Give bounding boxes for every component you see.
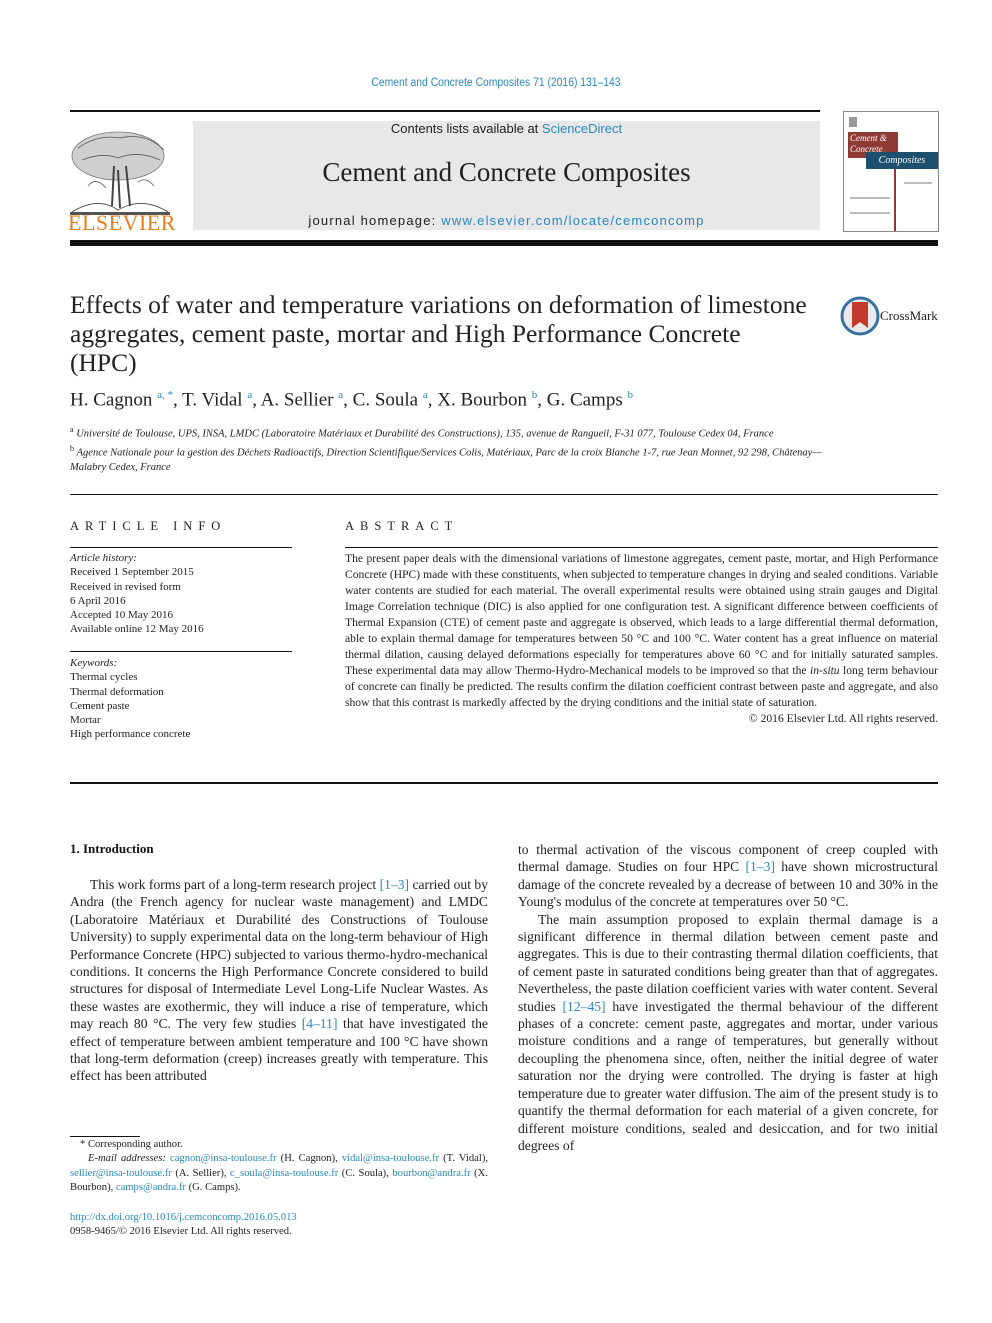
author[interactable]: G. Camps bbox=[547, 389, 623, 410]
contents-prefix: Contents lists available at bbox=[390, 121, 542, 136]
paragraph: The main assumption proposed to explain … bbox=[518, 911, 938, 1155]
text: This work forms part of a long-term rese… bbox=[90, 877, 380, 892]
author-affil-sup[interactable]: a bbox=[338, 389, 343, 401]
author-affil-sup[interactable]: b bbox=[532, 389, 538, 401]
author-affil-sup[interactable]: b bbox=[627, 389, 633, 401]
elsevier-wordmark: ELSEVIER bbox=[68, 210, 176, 235]
header-rule bbox=[70, 110, 820, 112]
history-label: Article history: bbox=[70, 552, 137, 564]
sciencedirect-link[interactable]: ScienceDirect bbox=[542, 121, 622, 136]
reference-link[interactable]: [4–11] bbox=[302, 1016, 338, 1031]
divider bbox=[70, 547, 292, 548]
history-item: Accepted 10 May 2016 bbox=[70, 609, 173, 622]
abstract-text: The present paper deals with the dimensi… bbox=[345, 551, 938, 727]
email-label: E-mail addresses: bbox=[88, 1153, 166, 1165]
paragraph: to thermal activation of the viscous com… bbox=[518, 841, 938, 911]
affiliation-text: Agence Nationale pour la gestion des Déc… bbox=[70, 447, 822, 474]
email-owner: (T. Vidal), bbox=[439, 1153, 488, 1165]
history-item: 6 April 2016 bbox=[70, 594, 126, 607]
article-title: Effects of water and temperature variati… bbox=[70, 290, 807, 377]
abstract-body: The present paper deals with the dimensi… bbox=[345, 552, 938, 677]
divider bbox=[70, 651, 292, 652]
cover-detail bbox=[850, 212, 890, 214]
author[interactable]: T. Vidal bbox=[182, 389, 242, 410]
email-owner: (C. Soula), bbox=[338, 1167, 393, 1179]
email-owner: (H. Cagnon), bbox=[276, 1153, 342, 1165]
email-owner: (G. Camps). bbox=[185, 1181, 241, 1193]
crossmark-label[interactable]: CrossMark bbox=[880, 308, 938, 324]
journal-citation-link[interactable]: Cement and Concrete Composites 71 (2016)… bbox=[50, 77, 943, 89]
affiliation-text: Université de Toulouse, UPS, INSA, LMDC … bbox=[76, 428, 774, 440]
email-link[interactable]: bourbon@andra.fr bbox=[392, 1168, 470, 1179]
author-affil-sup[interactable]: a bbox=[423, 389, 428, 401]
divider bbox=[70, 782, 938, 784]
reference-link[interactable]: [12–45] bbox=[563, 999, 606, 1014]
issn-copyright: 0958-9465/© 2016 Elsevier Ltd. All right… bbox=[70, 1226, 292, 1238]
author-affil-sup[interactable]: a, * bbox=[157, 389, 173, 401]
footnote-rule bbox=[70, 1136, 140, 1137]
email-link[interactable]: camps@andra.fr bbox=[116, 1182, 186, 1193]
cover-stripe bbox=[894, 169, 896, 231]
paragraph: This work forms part of a long-term rese… bbox=[70, 876, 488, 1085]
text: have investigated the thermal behaviour … bbox=[518, 998, 938, 1153]
affiliations: a Université de Toulouse, UPS, INSA, LMD… bbox=[70, 423, 830, 476]
section-heading-introduction: 1. Introduction bbox=[70, 841, 154, 856]
keyword[interactable]: High performance concrete bbox=[70, 727, 190, 741]
author-affil-sup[interactable]: a bbox=[247, 389, 252, 401]
divider bbox=[345, 547, 938, 548]
author[interactable]: H. Cagnon bbox=[70, 389, 152, 410]
author[interactable]: X. Bourbon bbox=[437, 389, 527, 410]
history-item: Available online 12 May 2016 bbox=[70, 623, 204, 636]
corresponding-author-note: * Corresponding author. bbox=[80, 1139, 183, 1150]
email-owner: (A. Sellier), bbox=[171, 1167, 230, 1179]
keyword[interactable]: Thermal deformation bbox=[70, 685, 190, 699]
abstract-italic: in-situ bbox=[809, 664, 840, 677]
article-info-heading: ARTICLE INFO bbox=[70, 519, 227, 533]
cover-line1: Cement & bbox=[850, 133, 887, 143]
history-item: Received in revised form bbox=[70, 580, 181, 593]
journal-homepage-link[interactable]: www.elsevier.com/locate/cemconcomp bbox=[441, 213, 704, 228]
footnotes: * Corresponding author. E-mail addresses… bbox=[70, 1138, 488, 1195]
email-link[interactable]: c_soula@insa-toulouse.fr bbox=[230, 1168, 338, 1179]
email-link[interactable]: sellier@insa-toulouse.fr bbox=[70, 1168, 172, 1179]
affiliation-sup: b bbox=[70, 444, 74, 453]
author[interactable]: A. Sellier bbox=[261, 389, 334, 410]
affiliation: b Agence Nationale pour la gestion des D… bbox=[70, 442, 830, 476]
abstract-heading: ABSTRACT bbox=[345, 519, 459, 533]
cover-detail bbox=[904, 182, 932, 184]
text: carried out by Andra (the French agency … bbox=[70, 877, 488, 1032]
cover-publisher-icon bbox=[849, 117, 857, 127]
divider bbox=[70, 494, 938, 495]
email-link[interactable]: vidal@insa-toulouse.fr bbox=[342, 1153, 439, 1164]
header-thick-rule bbox=[70, 240, 938, 246]
body-column-left: This work forms part of a long-term rese… bbox=[70, 876, 488, 1085]
abstract-copyright: © 2016 Elsevier Ltd. All rights reserved… bbox=[748, 712, 938, 725]
homepage-prefix: journal homepage: bbox=[308, 213, 442, 228]
journal-title: Cement and Concrete Composites bbox=[322, 157, 691, 187]
reference-link[interactable]: [1–3] bbox=[746, 859, 775, 874]
keyword[interactable]: Mortar bbox=[70, 713, 190, 727]
doi-link[interactable]: http://dx.doi.org/10.1016/j.cemconcomp.2… bbox=[70, 1212, 297, 1223]
cover-title-bottom: Composites bbox=[866, 152, 938, 169]
author[interactable]: C. Soula bbox=[353, 389, 418, 410]
affiliation-sup: a bbox=[70, 425, 74, 434]
email-link[interactable]: cagnon@insa-toulouse.fr bbox=[170, 1153, 277, 1164]
cover-detail bbox=[850, 197, 890, 199]
body-column-right: to thermal activation of the viscous com… bbox=[518, 841, 938, 1154]
keyword[interactable]: Cement paste bbox=[70, 699, 190, 713]
journal-homepage-line: journal homepage: www.elsevier.com/locat… bbox=[193, 213, 820, 228]
history-item: Received 1 September 2015 bbox=[70, 566, 194, 579]
keyword[interactable]: Thermal cycles bbox=[70, 670, 190, 684]
journal-cover-thumbnail[interactable]: Cement & Concrete Composites bbox=[843, 111, 939, 232]
article-history: Article history: Received 1 September 20… bbox=[70, 551, 204, 637]
doi-block: http://dx.doi.org/10.1016/j.cemconcomp.2… bbox=[70, 1211, 297, 1240]
keywords: Keywords: Thermal cycles Thermal deforma… bbox=[70, 656, 190, 742]
email-addresses: E-mail addresses: cagnon@insa-toulouse.f… bbox=[70, 1152, 488, 1195]
contents-line: Contents lists available at ScienceDirec… bbox=[193, 121, 820, 136]
reference-link[interactable]: [1–3] bbox=[380, 877, 409, 892]
author-list: H. Cagnon a, *, T. Vidal a, A. Sellier a… bbox=[70, 389, 633, 411]
keywords-label: Keywords: bbox=[70, 657, 118, 669]
affiliation: a Université de Toulouse, UPS, INSA, LMD… bbox=[70, 423, 830, 442]
